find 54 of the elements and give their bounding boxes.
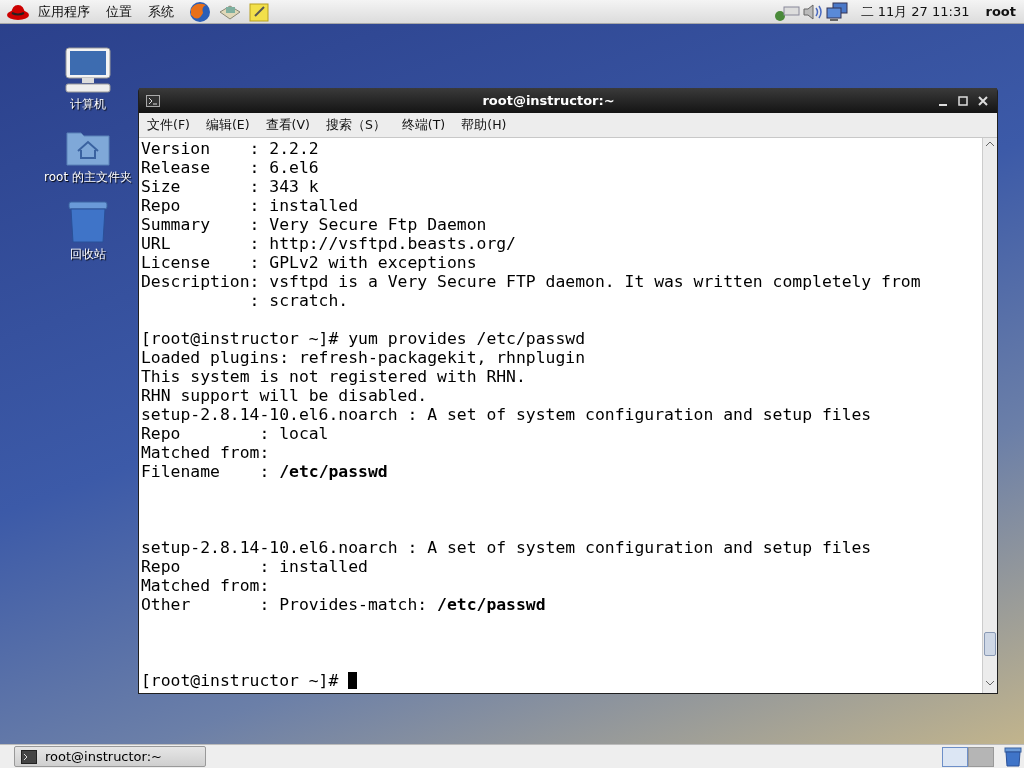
terminal-line: setup-2.8.14-10.el6.noarch : A set of system configuration and setup files — [141, 405, 872, 424]
terminal-line: setup-2.8.14-10.el6.noarch : A set of system configuration and setup files — [141, 538, 872, 557]
terminal-line: Repo : installed — [141, 557, 368, 576]
menu-item[interactable]: 编辑(E) — [197, 116, 258, 134]
workspace-switcher[interactable] — [942, 746, 968, 767]
panel-menu[interactable]: 应用程序 — [30, 2, 98, 21]
menu-item[interactable]: 搜索（S） — [317, 116, 394, 134]
monitors-icon[interactable] — [824, 1, 849, 22]
terminal-line: Description: vsftpd is a Very Secure FTP daemon. It was written completely from — [141, 272, 921, 291]
window-title: root@instructor:~ — [481, 93, 616, 108]
menu-item[interactable]: 文件(F) — [139, 116, 198, 134]
terminal-line: Loaded plugins: refresh-packagekit, rhnplugin — [141, 348, 586, 367]
terminal-line: This system is not registered with RHN. — [141, 367, 526, 386]
speaker-icon[interactable] — [800, 1, 825, 22]
terminal-line: Filename : /etc/passwd — [141, 462, 388, 481]
notepad-pencil-icon[interactable] — [248, 1, 270, 22]
trash-can-icon[interactable] — [67, 200, 109, 244]
terminal-line: Size : 343 k — [141, 177, 319, 196]
desktop-icon-label[interactable]: root 的主文件夹 — [44, 169, 132, 186]
menu-item[interactable]: 查看(V) — [257, 116, 318, 134]
workspace-switcher[interactable] — [968, 746, 994, 767]
terminal-icon[interactable] — [146, 94, 160, 107]
globe-fox-icon[interactable] — [188, 0, 212, 23]
scroll-thumb[interactable] — [984, 632, 996, 656]
terminal-line: URL : http://vsftpd.beasts.org/ — [141, 234, 516, 253]
terminal-line: Matched from: — [141, 576, 270, 595]
terminal-line: [root@instructor ~]# yum provides /etc/passwd — [141, 329, 586, 348]
desktop-icon-label[interactable]: 回收站 — [70, 246, 106, 263]
trash-can-icon[interactable] — [1004, 746, 1022, 767]
text-cursor — [348, 672, 358, 689]
maximize-icon[interactable] — [957, 94, 969, 107]
terminal-icon — [21, 749, 37, 764]
terminal-line: Repo : installed — [141, 196, 359, 215]
terminal-line: Other : Provides-match: /etc/passwd — [141, 595, 546, 614]
taskbar-button[interactable]: root@instructor:~ — [14, 746, 206, 767]
desktop-icon-label[interactable]: 计算机 — [70, 96, 106, 113]
menu-item[interactable]: 终端(T) — [393, 116, 454, 134]
user-name[interactable]: root — [985, 4, 1016, 19]
clock[interactable]: 二 11月 27 11:31 — [860, 2, 970, 21]
scrollbar[interactable] — [982, 138, 997, 693]
terminal-line: Matched from: — [141, 443, 270, 462]
panel-menu[interactable]: 位置 — [98, 2, 140, 21]
terminal-line: Release : 6.el6 — [141, 158, 319, 177]
shell-prompt: [root@instructor ~]# — [141, 671, 339, 690]
terminal-line: Version : 2.2.2 — [141, 139, 319, 158]
terminal-line: License : GPLv2 with exceptions — [141, 253, 477, 272]
close-icon[interactable] — [977, 94, 989, 107]
panel-menu[interactable]: 系统 — [140, 2, 182, 21]
terminal-line: Repo : local — [141, 424, 329, 443]
terminal-line: Summary : Very Secure Ftp Daemon — [141, 215, 487, 234]
terminal-line: RHN support will be disabled. — [141, 386, 428, 405]
terminal-line: : scratch. — [248, 291, 349, 310]
menu-item[interactable]: 帮助(H) — [453, 116, 515, 134]
computer-icon[interactable] — [63, 46, 113, 94]
